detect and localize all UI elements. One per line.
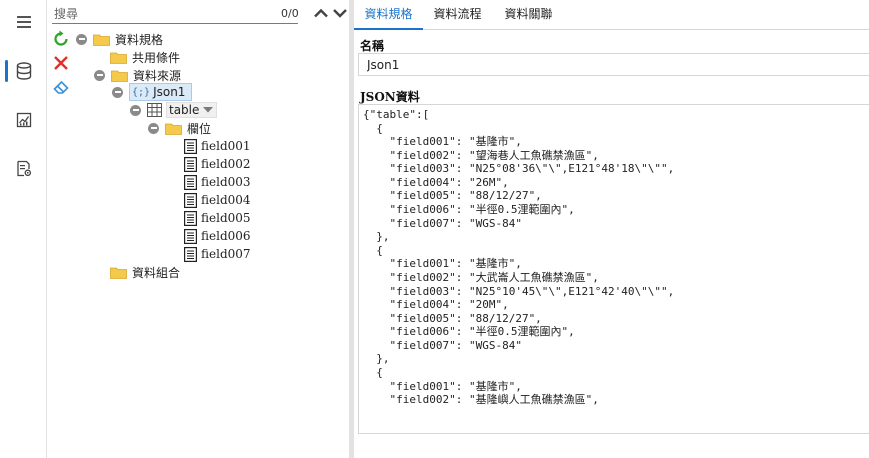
document-icon — [184, 246, 197, 262]
tree-node-field[interactable]: field003 — [184, 173, 251, 191]
json-line: { — [363, 243, 383, 257]
tree-node-root[interactable]: 資料規格 — [76, 30, 165, 48]
tab-data-spec[interactable]: 資料規格 — [354, 0, 423, 30]
folder-icon — [111, 70, 128, 82]
json-line: "field003": "N25°08'36\"\",E121°48'18\"\… — [363, 162, 675, 176]
tree-node-field[interactable]: field004 — [184, 191, 251, 209]
tree-node-fields-folder[interactable]: 欄位 — [148, 119, 213, 137]
tree-toolbar — [52, 30, 72, 102]
document-icon — [184, 156, 197, 172]
eraser-icon[interactable] — [52, 78, 70, 96]
hamburger-menu-icon[interactable] — [10, 8, 38, 36]
folder-icon — [110, 267, 127, 279]
folder-icon — [165, 123, 182, 135]
json-editor[interactable]: {"table":[ { "field001": "基隆市", "field00… — [358, 104, 869, 434]
tree-node-label: Json1 — [153, 85, 186, 99]
folder-icon — [110, 52, 127, 64]
collapse-toggle-icon[interactable] — [148, 122, 159, 134]
tree-node-field[interactable]: field005 — [184, 209, 251, 227]
name-field[interactable] — [358, 53, 869, 76]
json-line: "field002": "基隆嶼人工魚礁禁漁區", — [363, 393, 599, 407]
json-line: "field002": "望海巷人工魚礁禁漁區", — [363, 148, 599, 162]
tree-node-source[interactable]: 資料來源 — [94, 66, 183, 84]
json-line: "field001": "基隆市", — [363, 379, 522, 393]
json-line: "field001": "基隆市", — [363, 257, 522, 271]
json-icon: {;} — [132, 86, 151, 98]
json-line: "field006": "半徑0.5浬範圍內", — [363, 203, 575, 217]
search-result-count: 0/0 — [281, 7, 299, 20]
tree-panel: 0/0 資料規格 共用條件 資料來源 {;} — [48, 0, 394, 458]
search-prev-button[interactable] — [313, 6, 331, 22]
field-label: field006 — [201, 229, 251, 243]
field-label: field003 — [201, 175, 251, 189]
json-line: { — [363, 365, 383, 379]
document-icon — [184, 174, 197, 190]
tab-bar: 資料規格 資料流程 資料關聯 — [354, 0, 869, 30]
field-label: field004 — [201, 193, 251, 207]
json-content: {"table":[ { "field001": "基隆市", "field00… — [363, 108, 869, 407]
delete-icon[interactable] — [52, 54, 70, 72]
report-settings-icon[interactable] — [10, 154, 38, 182]
field-label: field002 — [201, 157, 251, 171]
search-next-button[interactable] — [332, 6, 350, 22]
tree-node-label: 資料組合 — [132, 265, 181, 280]
json-line: }, — [363, 352, 390, 366]
json-line: "field002": "大武崙人工魚礁禁漁區", — [363, 270, 599, 284]
table-node-box: table — [166, 102, 218, 118]
document-icon — [184, 138, 197, 154]
tree-node-label: 資料規格 — [115, 32, 164, 47]
detail-panel: 資料規格 資料流程 資料關聯 名稱 JSON資料 {"table":[ { "f… — [354, 0, 869, 458]
document-icon — [184, 210, 197, 226]
tree-node-label: 欄位 — [187, 121, 212, 136]
tree-node-label: table — [169, 103, 200, 117]
dropdown-arrow-icon[interactable] — [202, 106, 214, 114]
json-line: "field005": "88/12/27", — [363, 189, 542, 203]
document-icon — [184, 192, 197, 208]
json-line: "field001": "基隆市", — [363, 135, 522, 149]
tree-node-field[interactable]: field007 — [184, 245, 251, 263]
folder-icon — [93, 34, 110, 46]
tree-node-field[interactable]: field001 — [184, 137, 251, 155]
json-line: "field003": "N25°10'45\"\",E121°42'40\"\… — [363, 284, 675, 298]
search-bar: 0/0 — [52, 4, 348, 26]
field-label: field001 — [201, 139, 251, 153]
field-label: field007 — [201, 247, 251, 261]
document-icon — [184, 228, 197, 244]
icon-rail — [0, 0, 47, 458]
tab-data-relation[interactable]: 資料關聯 — [494, 0, 563, 30]
json-line: { — [363, 121, 383, 135]
database-icon[interactable] — [10, 57, 38, 85]
tab-data-flow[interactable]: 資料流程 — [423, 0, 492, 30]
rail-active-indicator — [5, 60, 8, 82]
collapse-toggle-icon[interactable] — [94, 69, 105, 81]
tree-node-combo[interactable]: 資料組合 — [110, 263, 182, 281]
json-line: "field006": "半徑0.5浬範圍內", — [363, 325, 575, 339]
json-line: "field004": "20M", — [363, 298, 509, 312]
json-line: "field005": "88/12/27", — [363, 311, 542, 325]
tree-node-field[interactable]: field002 — [184, 155, 251, 173]
collapse-toggle-icon[interactable] — [112, 86, 123, 98]
tree-node-table[interactable]: table — [130, 101, 218, 119]
tree-node-label: 共用條件 — [132, 50, 181, 65]
json-line: "field007": "WGS-84" — [363, 338, 522, 352]
search-input[interactable] — [52, 4, 298, 24]
tree-node-field[interactable]: field006 — [184, 227, 251, 245]
name-label: 名稱 — [360, 39, 385, 53]
table-icon — [147, 103, 162, 117]
json-line: "field007": "WGS-84" — [363, 216, 522, 230]
collapse-toggle-icon[interactable] — [130, 104, 141, 116]
json-line: }, — [363, 230, 390, 244]
json-line: {"table":[ — [363, 108, 430, 121]
json-line: "field004": "26M", — [363, 175, 509, 189]
tree-node-label: 資料來源 — [133, 68, 182, 83]
chart-icon[interactable] — [10, 106, 38, 134]
json-label: JSON資料 — [360, 90, 420, 104]
selected-node-highlight: {;} Json1 — [129, 83, 193, 101]
collapse-toggle-icon[interactable] — [76, 33, 87, 45]
field-label: field005 — [201, 211, 251, 225]
tree-node-json1[interactable]: {;} Json1 — [112, 83, 193, 101]
refresh-icon[interactable] — [52, 30, 70, 48]
tree-node-common[interactable]: 共用條件 — [110, 48, 182, 66]
